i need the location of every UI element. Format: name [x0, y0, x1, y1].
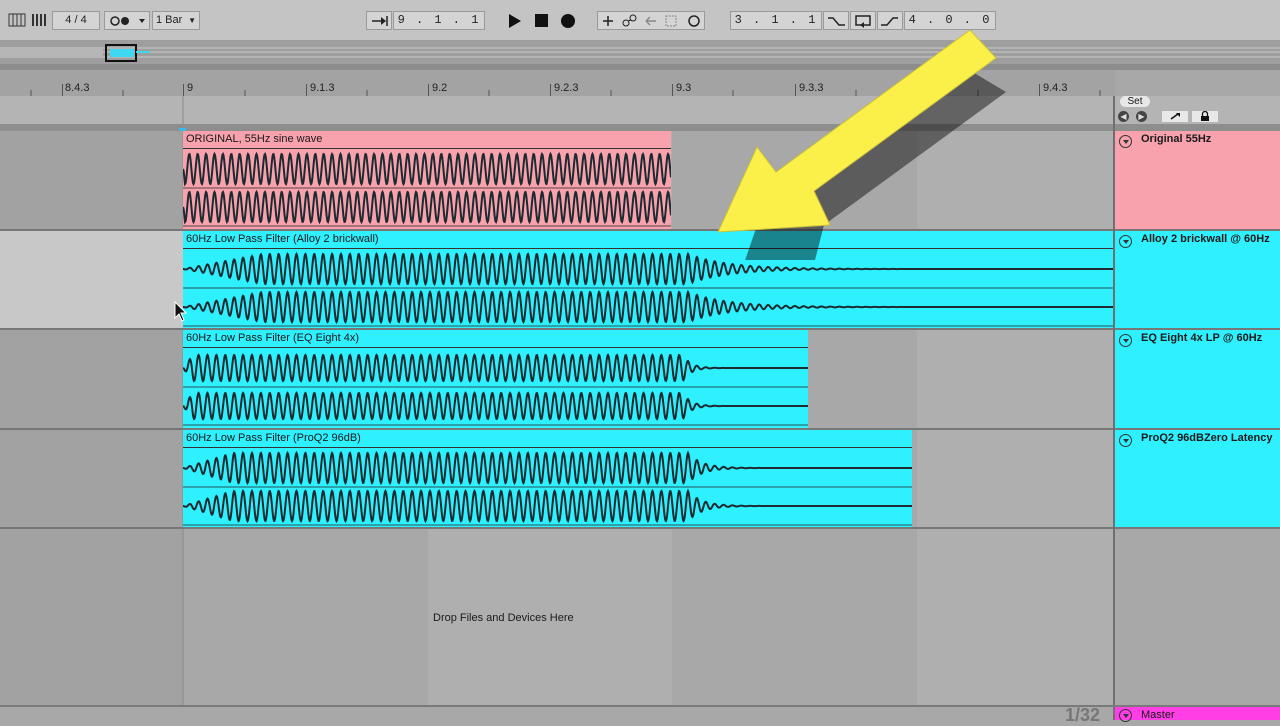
- previous-locator-icon[interactable]: ◀: [1118, 111, 1129, 122]
- drop-zone-label: Drop Files and Devices Here: [433, 612, 574, 624]
- overdub-icon[interactable]: [603, 16, 613, 26]
- arrangement-position-field[interactable]: 9 . 1 . 1: [393, 11, 485, 30]
- track-name: EQ Eight 4x LP @ 60Hz: [1141, 332, 1263, 344]
- selected-lane-highlight: [0, 231, 183, 328]
- audio-clip[interactable]: ORIGINAL, 55Hz sine wave: [183, 131, 671, 229]
- quantize-menu[interactable]: 1 Bar ▼: [152, 11, 200, 30]
- waveform-trace: [183, 151, 671, 187]
- clip-waveform: [183, 151, 671, 227]
- follow-arrow-icon: [372, 16, 388, 26]
- tap-tempo-icon[interactable]: [31, 13, 47, 27]
- clip-waveform: [183, 450, 912, 526]
- play-icon: [509, 14, 521, 28]
- lock-icon[interactable]: [1192, 110, 1218, 122]
- mouse-cursor-icon: [174, 300, 188, 323]
- follow-button[interactable]: [366, 11, 392, 30]
- metronome-button[interactable]: [104, 11, 150, 30]
- set-button[interactable]: Set: [1120, 96, 1150, 107]
- computer-midi-keyboard-icon[interactable]: [8, 13, 26, 27]
- session-record-icon[interactable]: [688, 15, 700, 27]
- waveform-trace: [183, 189, 671, 225]
- next-locator-icon[interactable]: ▶: [1136, 111, 1147, 122]
- waveform-trace: [183, 391, 808, 421]
- waveform-trace: [183, 450, 912, 486]
- master-track-name: Master: [1141, 709, 1175, 721]
- annotation-arrow-icon: [700, 20, 1020, 272]
- track-name: Original 55Hz: [1141, 133, 1212, 145]
- waveform-trace: [183, 289, 1113, 325]
- track-header[interactable]: Alloy 2 brickwall @ 60Hz: [1115, 231, 1280, 328]
- audio-clip[interactable]: 60Hz Low Pass Filter (EQ Eight 4x): [183, 330, 808, 428]
- track-name: ProQ2 96dBZero Latency: [1141, 432, 1273, 444]
- fold-track-icon[interactable]: [1119, 434, 1132, 447]
- master-track-header[interactable]: Master: [1115, 707, 1280, 722]
- track-header[interactable]: ProQ2 96dBZero Latency: [1115, 430, 1280, 527]
- waveform-trace: [183, 488, 912, 524]
- control-bar: 4 / 4 1 Bar ▼ 9 . 1 . 1 3 . 1 . 1 4 . 0 …: [0, 0, 1280, 40]
- chevron-down-icon: ▼: [188, 16, 196, 25]
- clip-waveform: [183, 353, 808, 426]
- expand-icon[interactable]: [1162, 111, 1188, 122]
- waveform-trace: [183, 353, 808, 383]
- record-button[interactable]: [560, 13, 576, 29]
- fold-track-icon[interactable]: [1119, 135, 1132, 148]
- fold-track-icon[interactable]: [1119, 235, 1132, 248]
- reenable-automation-icon[interactable]: [645, 16, 656, 26]
- header-divider: [0, 124, 1280, 131]
- track-header[interactable]: Original 55Hz: [1115, 131, 1280, 229]
- fold-track-icon[interactable]: [1119, 334, 1132, 347]
- track-header[interactable]: EQ Eight 4x LP @ 60Hz: [1115, 330, 1280, 428]
- clip-title: 60Hz Low Pass Filter (ProQ2 96dB): [183, 430, 912, 448]
- stop-button[interactable]: [534, 13, 549, 28]
- empty-header-area: [1115, 529, 1280, 705]
- play-button[interactable]: [507, 13, 523, 29]
- arrangement-overview[interactable]: [0, 40, 1280, 64]
- record-icon: [561, 14, 575, 28]
- track-divider: [0, 527, 1280, 529]
- track-name: Alloy 2 brickwall @ 60Hz: [1141, 233, 1270, 245]
- zoom-level: 1/32: [1065, 705, 1101, 725]
- capture-icon[interactable]: [665, 15, 677, 27]
- metronome-icon: [110, 16, 145, 26]
- automation-controls: [597, 11, 705, 30]
- automation-arm-icon[interactable]: [622, 14, 637, 27]
- audio-clip[interactable]: 60Hz Low Pass Filter (ProQ2 96dB): [183, 430, 912, 527]
- clip-title: ORIGINAL, 55Hz sine wave: [183, 131, 671, 149]
- clip-title: 60Hz Low Pass Filter (EQ Eight 4x): [183, 330, 808, 348]
- time-signature-field[interactable]: 4 / 4: [52, 11, 100, 30]
- fold-track-icon[interactable]: [1119, 709, 1132, 722]
- clip-waveform: [183, 251, 1113, 327]
- quantize-value: 1 Bar: [156, 14, 183, 26]
- stop-icon: [535, 14, 548, 27]
